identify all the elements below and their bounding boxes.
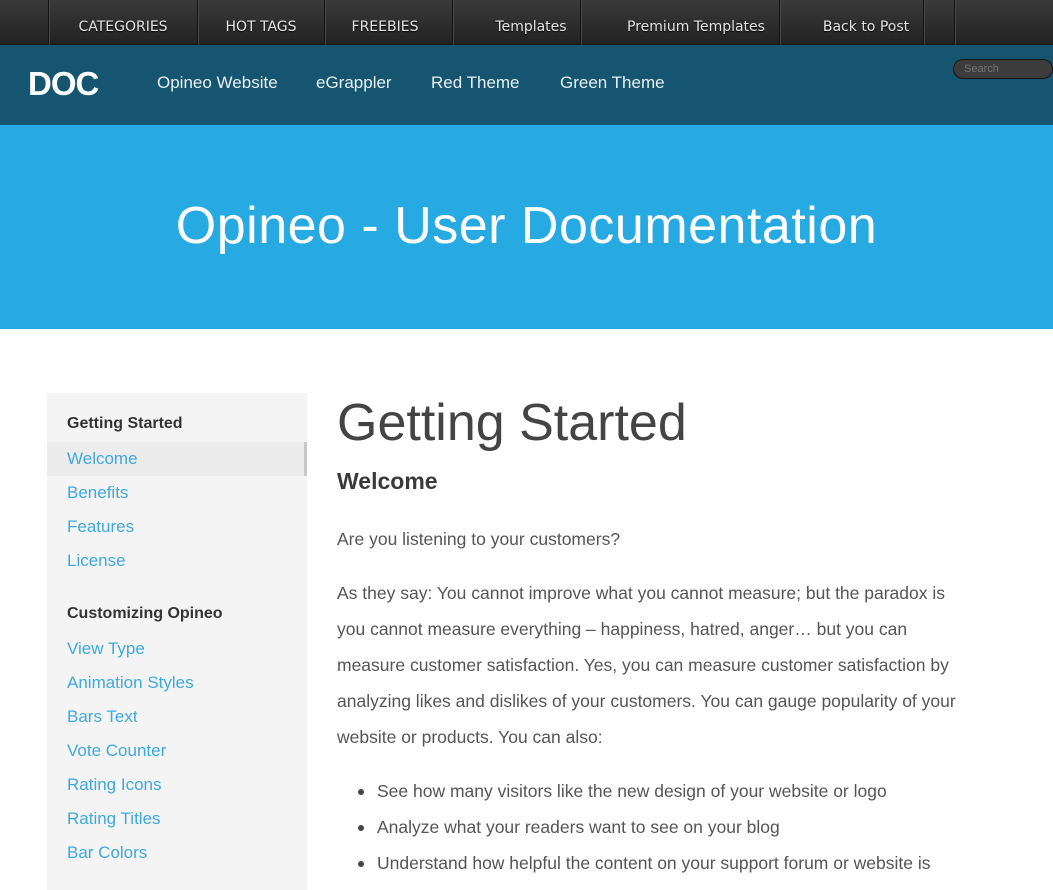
sidebar-item-view-type[interactable]: View Type	[47, 632, 307, 666]
body-line: measure customer satisfaction. Yes, you …	[337, 655, 949, 675]
bullet-icon	[358, 789, 364, 795]
body-line: website or products. You can also:	[337, 727, 603, 747]
nav-link-egrappler[interactable]: eGrappler	[316, 73, 392, 93]
brand-logo[interactable]: DOC	[28, 65, 99, 103]
bullet-icon	[358, 825, 364, 831]
list-item: Understand how helpful the content on yo…	[357, 845, 931, 881]
menu-item-hot-tags[interactable]: HOT TAGS	[198, 0, 324, 45]
body-line: As they say: You cannot improve what you…	[337, 583, 946, 603]
sidebar-item-vote-counter[interactable]: Vote Counter	[47, 734, 307, 768]
menu-item-premium-templates[interactable]: Premium Templates	[581, 0, 811, 45]
sidebar-item-animation-styles[interactable]: Animation Styles	[47, 666, 307, 700]
sidebar-heading-customizing-opineo: Customizing Opineo	[67, 605, 223, 622]
sidebar-item-welcome[interactable]: Welcome	[47, 442, 307, 476]
sidebar-item-license[interactable]: License	[47, 544, 307, 578]
menu-divider	[923, 0, 924, 45]
feature-list: See how many visitors like the new desig…	[357, 773, 931, 881]
body-line: analyzing likes and dislikes of your cus…	[337, 691, 956, 711]
nav-link-opineo-website[interactable]: Opineo Website	[157, 73, 278, 93]
section-title: Welcome	[337, 468, 438, 494]
bullet-icon	[358, 861, 364, 867]
hero-banner: Opineo - User Documentation	[0, 125, 1053, 329]
page-title: Getting Started	[337, 394, 687, 452]
sidebar-item-bar-colors[interactable]: Bar Colors	[47, 836, 307, 870]
list-item-text: Understand how helpful the content on yo…	[377, 853, 931, 873]
sidebar-item-features[interactable]: Features	[47, 510, 307, 544]
search-input[interactable]	[953, 59, 1053, 79]
list-item: Analyze what your readers want to see on…	[357, 809, 931, 845]
sidebar-item-bars-text[interactable]: Bars Text	[47, 700, 307, 734]
list-item-text: See how many visitors like the new desig…	[377, 781, 887, 801]
nav-link-red-theme[interactable]: Red Theme	[431, 73, 520, 93]
site-navbar: DOC Opineo Website eGrappler Red Theme G…	[0, 45, 1053, 125]
menu-item-back-to-post[interactable]: Back to Post	[780, 0, 952, 45]
sidebar-item-rating-titles[interactable]: Rating Titles	[47, 802, 307, 836]
menu-divider	[954, 0, 955, 45]
nav-link-green-theme[interactable]: Green Theme	[560, 73, 665, 93]
sidebar-item-benefits[interactable]: Benefits	[47, 476, 307, 510]
top-menu-bar: CATEGORIES HOT TAGS FREEBIES Templates P…	[0, 0, 1053, 45]
list-item: See how many visitors like the new desig…	[357, 773, 931, 809]
sidebar-heading-getting-started: Getting Started	[67, 415, 183, 432]
hero-title: Opineo - User Documentation	[175, 197, 878, 255]
body-line: you cannot measure everything – happines…	[337, 619, 908, 639]
sidebar-item-rating-icons[interactable]: Rating Icons	[47, 768, 307, 802]
docs-sidebar: Getting Started Welcome Benefits Feature…	[47, 393, 307, 890]
menu-item-freebies[interactable]: FREEBIES	[325, 0, 445, 45]
intro-paragraph: Are you listening to your customers?	[337, 529, 621, 549]
menu-item-categories[interactable]: CATEGORIES	[49, 0, 197, 45]
list-item-text: Analyze what your readers want to see on…	[377, 817, 780, 837]
